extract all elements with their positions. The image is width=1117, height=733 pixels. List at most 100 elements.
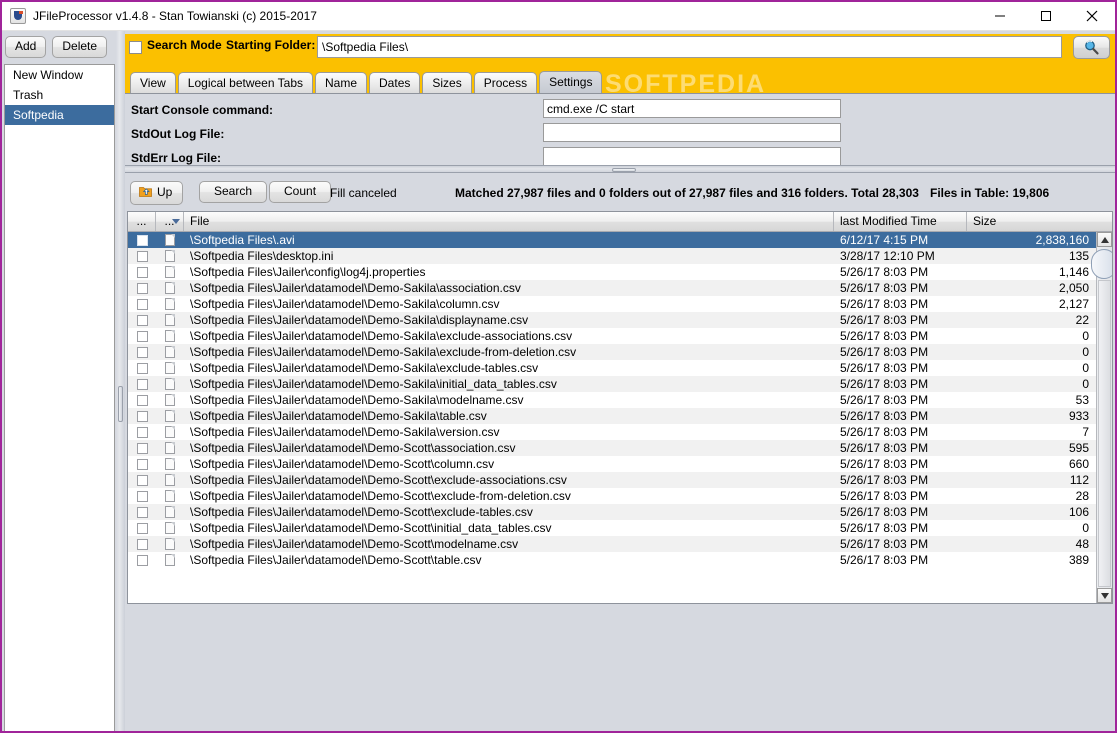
split-pane-grip[interactable] [118, 386, 123, 422]
table-row[interactable]: \Softpedia Files\Jailer\datamodel\Demo-S… [128, 360, 1098, 376]
sidebar-tree[interactable]: New Window Trash Softpedia [4, 64, 115, 731]
row-select-checkbox[interactable] [128, 408, 156, 424]
row-select-checkbox[interactable] [128, 376, 156, 392]
tab-settings[interactable]: Settings [539, 71, 603, 93]
row-select-checkbox[interactable] [128, 232, 156, 248]
table-body[interactable]: \Softpedia Files\.avi 6/12/17 4:15 PM 2,83… [128, 232, 1098, 603]
checkbox-icon[interactable] [136, 346, 148, 358]
checkbox-icon[interactable] [136, 362, 148, 374]
close-button[interactable] [1069, 2, 1115, 30]
row-select-checkbox[interactable] [128, 328, 156, 344]
checkbox-icon[interactable] [136, 378, 148, 390]
row-select-checkbox[interactable] [128, 296, 156, 312]
checkbox-icon[interactable] [136, 442, 148, 454]
row-select-checkbox[interactable] [128, 552, 156, 568]
row-select-checkbox[interactable] [128, 424, 156, 440]
checkbox-icon[interactable] [136, 490, 148, 502]
up-button[interactable]: Up [130, 181, 184, 205]
table-row[interactable]: \Softpedia Files\Jailer\datamodel\Demo-S… [128, 440, 1098, 456]
maximize-button[interactable] [1023, 2, 1069, 30]
table-row[interactable]: \Softpedia Files\Jailer\datamodel\Demo-S… [128, 552, 1098, 568]
table-row[interactable]: \Softpedia Files\Jailer\datamodel\Demo-S… [128, 456, 1098, 472]
scrollbar-track[interactable] [1098, 280, 1111, 587]
table-row[interactable]: \Softpedia Files\Jailer\datamodel\Demo-S… [128, 536, 1098, 552]
minimize-button[interactable] [977, 2, 1023, 30]
scrollbar-thumb[interactable] [1091, 249, 1112, 279]
table-row[interactable]: \Softpedia Files\Jailer\config\log4j.pro… [128, 264, 1098, 280]
column-header-icon[interactable]: ... [156, 212, 184, 231]
split-pane-divider[interactable] [116, 31, 125, 731]
checkbox-icon[interactable] [136, 522, 148, 534]
table-row[interactable]: \Softpedia Files\Jailer\datamodel\Demo-S… [128, 504, 1098, 520]
sidebar-item-softpedia[interactable]: Softpedia [5, 105, 114, 125]
checkbox-icon[interactable] [136, 298, 148, 310]
table-row[interactable]: \Softpedia Files\Jailer\datamodel\Demo-S… [128, 424, 1098, 440]
row-select-checkbox[interactable] [128, 504, 156, 520]
table-row[interactable]: \Softpedia Files\Jailer\datamodel\Demo-S… [128, 296, 1098, 312]
stdout-log-file-input[interactable] [543, 123, 841, 142]
sidebar-item-trash[interactable]: Trash [5, 85, 114, 105]
sidebar-item-new-window[interactable]: New Window [5, 65, 114, 85]
table-row[interactable]: \Softpedia Files\Jailer\datamodel\Demo-S… [128, 408, 1098, 424]
add-button[interactable]: Add [5, 36, 47, 58]
panel-resize-grip[interactable] [612, 168, 636, 172]
stderr-log-file-input[interactable] [543, 147, 841, 166]
checkbox-icon[interactable] [136, 266, 148, 278]
table-row[interactable]: \Softpedia Files\desktop.ini 3/28/17 12:1… [128, 248, 1098, 264]
checkbox-icon[interactable] [136, 474, 148, 486]
row-select-checkbox[interactable] [128, 456, 156, 472]
column-header-check[interactable]: ... [128, 212, 156, 231]
column-header-last-modified-time[interactable]: last Modified Time [834, 212, 967, 231]
table-row[interactable]: \Softpedia Files\Jailer\datamodel\Demo-S… [128, 488, 1098, 504]
row-select-checkbox[interactable] [128, 536, 156, 552]
table-row[interactable]: \Softpedia Files\Jailer\datamodel\Demo-S… [128, 344, 1098, 360]
table-row[interactable]: \Softpedia Files\Jailer\datamodel\Demo-S… [128, 328, 1098, 344]
column-header-file[interactable]: File [184, 212, 834, 231]
row-select-checkbox[interactable] [128, 280, 156, 296]
table-row[interactable]: \Softpedia Files\Jailer\datamodel\Demo-S… [128, 376, 1098, 392]
checkbox-icon[interactable] [136, 394, 148, 406]
table-row[interactable]: \Softpedia Files\Jailer\datamodel\Demo-S… [128, 472, 1098, 488]
checkbox-icon[interactable] [136, 538, 148, 550]
search-mode-checkbox[interactable] [129, 41, 142, 54]
row-select-checkbox[interactable] [128, 472, 156, 488]
row-select-checkbox[interactable] [128, 520, 156, 536]
checkbox-icon[interactable] [136, 426, 148, 438]
search-submit-button[interactable] [1073, 36, 1110, 59]
tab-process[interactable]: Process [473, 72, 538, 93]
checkbox-icon[interactable] [136, 314, 148, 326]
row-select-checkbox[interactable] [128, 488, 156, 504]
count-button[interactable]: Count [269, 181, 332, 203]
table-row[interactable]: \Softpedia Files\Jailer\datamodel\Demo-S… [128, 312, 1098, 328]
tab-name[interactable]: Name [315, 72, 368, 93]
table-row[interactable]: \Softpedia Files\Jailer\datamodel\Demo-S… [128, 392, 1098, 408]
search-button[interactable]: Search [199, 181, 268, 203]
table-row[interactable]: \Softpedia Files\Jailer\datamodel\Demo-S… [128, 280, 1098, 296]
starting-folder-input[interactable] [317, 36, 1062, 58]
table-vertical-scrollbar[interactable] [1091, 232, 1112, 603]
tab-sizes[interactable]: Sizes [422, 72, 472, 93]
scroll-up-button[interactable] [1097, 232, 1112, 247]
checkbox-icon[interactable] [136, 282, 148, 294]
row-select-checkbox[interactable] [128, 392, 156, 408]
column-header-size[interactable]: Size [967, 212, 1097, 231]
tab-view[interactable]: View [130, 72, 176, 93]
checkbox-icon[interactable] [136, 554, 148, 566]
row-select-checkbox[interactable] [128, 344, 156, 360]
scroll-down-button[interactable] [1097, 588, 1112, 603]
checkbox-icon[interactable] [136, 234, 148, 246]
checkbox-icon[interactable] [136, 330, 148, 342]
row-select-checkbox[interactable] [128, 440, 156, 456]
tab-logical-between-tabs[interactable]: Logical between Tabs [177, 72, 313, 93]
checkbox-icon[interactable] [136, 458, 148, 470]
start-console-command-input[interactable] [543, 99, 841, 118]
table-row[interactable]: \Softpedia Files\Jailer\datamodel\Demo-S… [128, 520, 1098, 536]
delete-button[interactable]: Delete [52, 36, 108, 58]
checkbox-icon[interactable] [136, 410, 148, 422]
row-select-checkbox[interactable] [128, 312, 156, 328]
table-row[interactable]: \Softpedia Files\.avi 6/12/17 4:15 PM 2,83… [128, 232, 1098, 248]
checkbox-icon[interactable] [136, 506, 148, 518]
row-select-checkbox[interactable] [128, 248, 156, 264]
tab-dates[interactable]: Dates [369, 72, 421, 93]
row-select-checkbox[interactable] [128, 264, 156, 280]
